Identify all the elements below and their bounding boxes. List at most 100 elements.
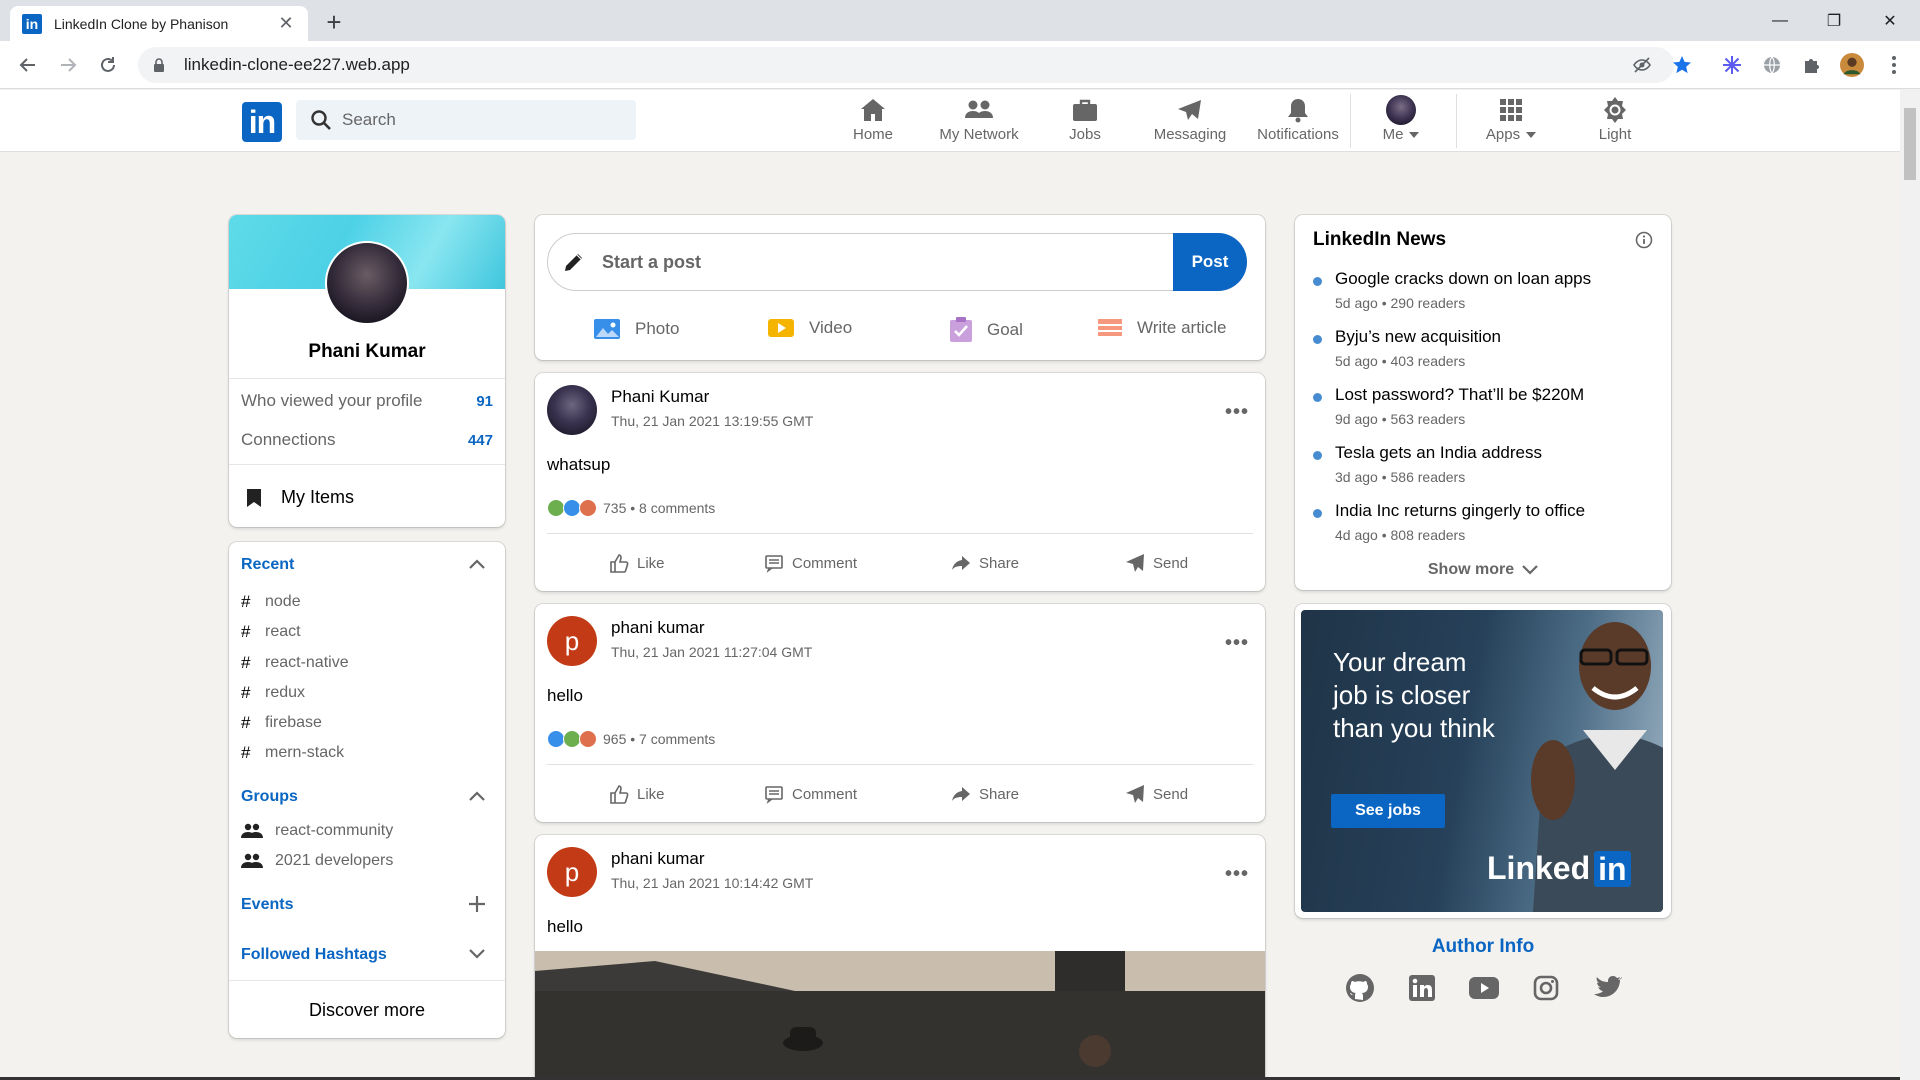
ad-card[interactable]: Your dream job is closer than you think … (1295, 604, 1671, 918)
post-avatar[interactable]: p (547, 616, 597, 666)
news-meta: 5d ago • 403 readers (1335, 353, 1466, 369)
recent-item[interactable]: # redux (241, 683, 305, 703)
browser-menu-icon[interactable] (1882, 53, 1906, 77)
window-close-button[interactable]: ✕ (1862, 0, 1918, 41)
nav-messaging[interactable]: Messaging (1150, 96, 1230, 148)
post-more-icon[interactable]: ••• (1225, 401, 1249, 424)
followed-hashtags-heading[interactable]: Followed Hashtags (241, 946, 387, 964)
post-button[interactable]: Post (1173, 233, 1247, 291)
recent-heading[interactable]: Recent (241, 556, 294, 574)
nav-my-network[interactable]: My Network (934, 96, 1024, 148)
divider (229, 464, 505, 465)
post-author[interactable]: phani kumar (611, 849, 705, 869)
tab-close-icon[interactable]: ✕ (276, 13, 296, 34)
stat-connections[interactable]: Connections 447 (241, 428, 493, 452)
chevron-up-icon[interactable] (467, 554, 487, 574)
nav-notifications[interactable]: Notifications (1250, 96, 1346, 148)
youtube-icon[interactable] (1468, 972, 1500, 1004)
composer-goal[interactable]: Goal (949, 317, 1023, 343)
post-image[interactable] (535, 951, 1265, 1080)
post-reactions[interactable]: 965 • 7 comments (547, 730, 715, 748)
like-button[interactable]: Like (609, 553, 665, 573)
nav-me[interactable]: Me (1376, 95, 1426, 148)
browser-profile-avatar[interactable] (1840, 53, 1864, 77)
send-button[interactable]: Send (1125, 553, 1188, 573)
comment-button[interactable]: Comment (764, 784, 857, 804)
forward-button[interactable] (56, 53, 80, 77)
browser-tab[interactable]: in LinkedIn Clone by Phanison ✕ (10, 6, 308, 41)
extension-globe-icon[interactable] (1760, 53, 1784, 77)
eye-off-icon[interactable] (1630, 53, 1654, 77)
composer-write-article[interactable]: Write article (1097, 317, 1226, 339)
twitter-icon[interactable] (1592, 972, 1624, 1004)
extensions-puzzle-icon[interactable] (1800, 53, 1824, 77)
recent-item[interactable]: # mern-stack (241, 743, 344, 763)
nav-home[interactable]: Home (848, 96, 898, 148)
extension-snowflake-icon[interactable] (1720, 53, 1744, 77)
stat-who-viewed[interactable]: Who viewed your profile 91 (241, 389, 493, 413)
discover-more-link[interactable]: Discover more (229, 1000, 505, 1021)
page-scrollbar[interactable] (1900, 90, 1920, 1080)
search-icon (311, 110, 331, 130)
events-heading[interactable]: Events (241, 896, 293, 914)
send-button[interactable]: Send (1125, 784, 1188, 804)
linkedin-icon[interactable] (1406, 972, 1438, 1004)
sidebar-card: Recent # node # react # react-native # redux… (229, 542, 505, 1038)
back-button[interactable] (16, 53, 40, 77)
nav-jobs[interactable]: Jobs (1060, 96, 1110, 148)
share-button[interactable]: Share (951, 553, 1019, 573)
like-button[interactable]: Like (609, 784, 665, 804)
composer-photo[interactable]: Photo (593, 317, 679, 341)
recent-item[interactable]: # node (241, 592, 301, 612)
post-author[interactable]: phani kumar (611, 618, 705, 638)
recent-item-label: react (265, 623, 301, 640)
post-avatar[interactable]: p (547, 847, 597, 897)
recent-item[interactable]: # react (241, 622, 301, 642)
address-bar: linkedin-clone-ee227.web.app (0, 41, 1920, 89)
github-icon[interactable] (1344, 972, 1376, 1004)
group-item[interactable]: 2021 developers (241, 852, 393, 870)
chevron-up-icon[interactable] (467, 786, 487, 806)
post-author[interactable]: Phani Kumar (611, 387, 709, 407)
news-meta: 3d ago • 586 readers (1335, 469, 1466, 485)
share-button[interactable]: Share (951, 784, 1019, 804)
profile-card: Phani Kumar Who viewed your profile 91 C… (229, 215, 505, 527)
chevron-down-icon[interactable] (467, 944, 487, 964)
omnibox[interactable]: linkedin-clone-ee227.web.app (138, 47, 1674, 83)
post-more-icon[interactable]: ••• (1225, 863, 1249, 886)
composer-video[interactable]: Video (767, 317, 852, 339)
start-post-input[interactable]: Start a post Post (547, 233, 1247, 291)
bullet-icon (1313, 509, 1322, 518)
maximize-button[interactable]: ❐ (1806, 0, 1862, 41)
linkedin-logo[interactable]: in (242, 102, 282, 142)
new-tab-button[interactable]: + (320, 7, 348, 37)
see-jobs-button[interactable]: See jobs (1331, 794, 1445, 828)
hashtag-icon: # (241, 592, 251, 611)
groups-heading[interactable]: Groups (241, 788, 298, 806)
nav-light-theme[interactable]: Light (1590, 96, 1640, 148)
group-item[interactable]: react-community (241, 822, 393, 840)
post-reactions[interactable]: 735 • 8 comments (547, 499, 715, 517)
reload-button[interactable] (96, 53, 120, 77)
recent-item[interactable]: # firebase (241, 713, 322, 733)
scrollbar-thumb[interactable] (1904, 108, 1916, 180)
divider (229, 980, 505, 981)
minimize-button[interactable]: — (1752, 0, 1808, 41)
nav-apps[interactable]: Apps (1476, 96, 1546, 148)
profile-avatar[interactable] (325, 241, 409, 325)
news-title: LinkedIn News (1313, 229, 1447, 250)
ad-banner[interactable]: Your dream job is closer than you think … (1301, 610, 1663, 912)
search-input[interactable] (342, 110, 612, 130)
post-more-icon[interactable]: ••• (1225, 632, 1249, 655)
instagram-icon[interactable] (1530, 972, 1562, 1004)
my-items-link[interactable]: My Items (245, 487, 354, 508)
search-box[interactable] (296, 100, 636, 140)
bookmark-star-icon[interactable] (1670, 53, 1694, 77)
show-more-button[interactable]: Show more (1295, 561, 1671, 579)
post-avatar[interactable] (547, 385, 597, 435)
info-icon[interactable] (1635, 231, 1653, 249)
profile-name[interactable]: Phani Kumar (229, 341, 505, 363)
add-event-icon[interactable] (467, 894, 487, 914)
comment-button[interactable]: Comment (764, 553, 857, 573)
recent-item[interactable]: # react-native (241, 653, 349, 673)
